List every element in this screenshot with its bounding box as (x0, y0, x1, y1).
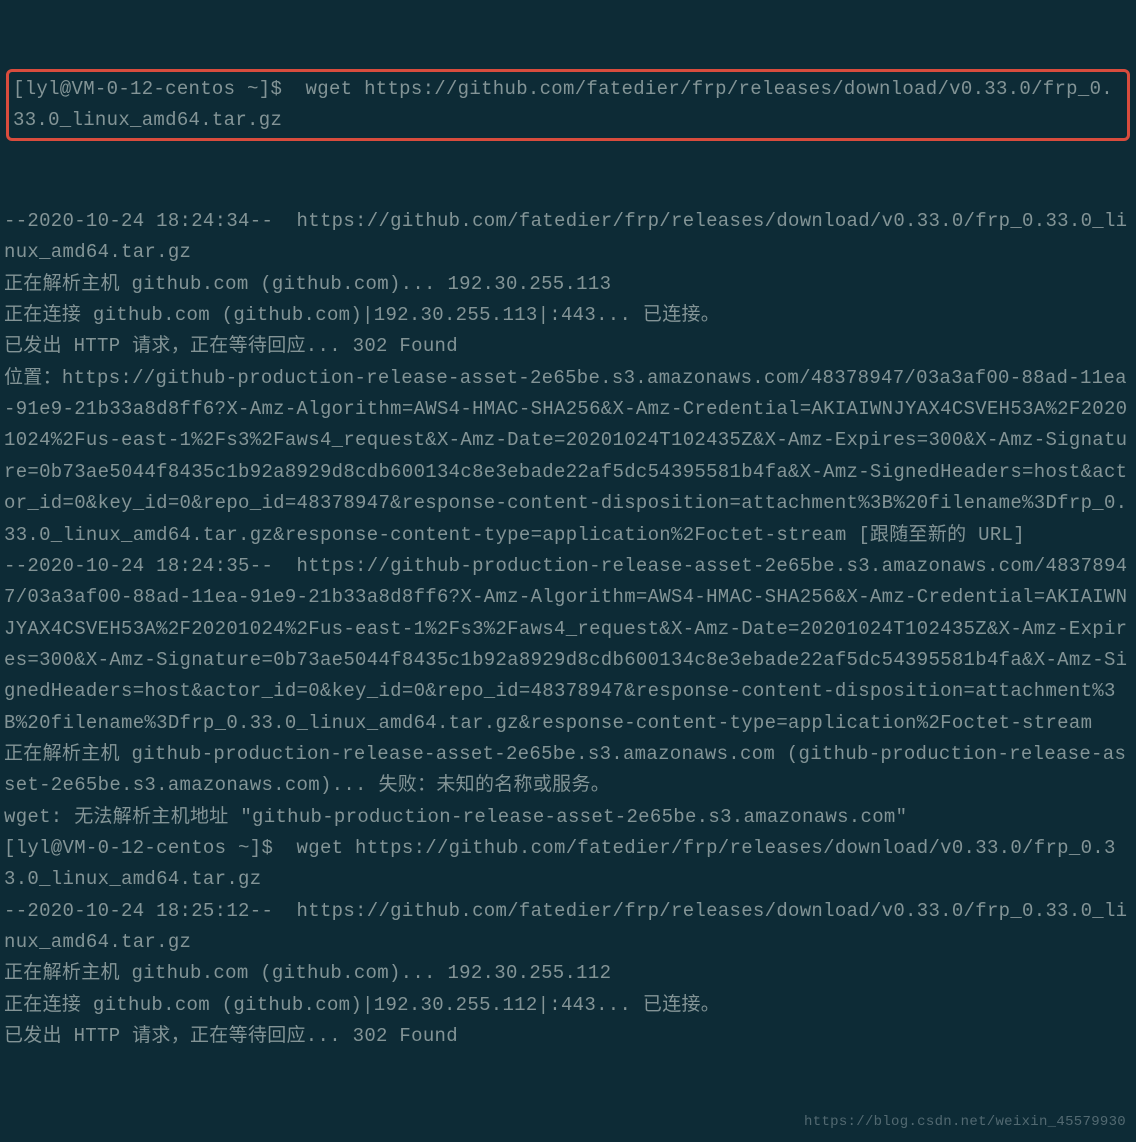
highlighted-command-box: [lyl@VM-0-12-centos ~]$ wget https://git… (6, 69, 1130, 142)
source-watermark: https://blog.csdn.net/weixin_45579930 (804, 1111, 1126, 1134)
terminal-line: --2020-10-24 18:25:12-- https://github.c… (4, 896, 1132, 959)
terminal-line: 正在解析主机 github-production-release-asset-2… (4, 739, 1132, 802)
terminal-line: 已发出 HTTP 请求，正在等待回应... 302 Found (4, 331, 1132, 362)
terminal-line: 正在解析主机 github.com (github.com)... 192.30… (4, 269, 1132, 300)
terminal-line: --2020-10-24 18:24:35-- https://github-p… (4, 551, 1132, 739)
terminal-output: [lyl@VM-0-12-centos ~]$ wget https://git… (4, 4, 1132, 1084)
terminal-line: 位置：https://github-production-release-ass… (4, 363, 1132, 551)
terminal-line: [lyl@VM-0-12-centos ~]$ wget https://git… (4, 833, 1132, 896)
terminal-line: 已发出 HTTP 请求，正在等待回应... 302 Found (4, 1021, 1132, 1052)
terminal-line: 正在连接 github.com (github.com)|192.30.255.… (4, 990, 1132, 1021)
terminal-body: --2020-10-24 18:24:34-- https://github.c… (4, 206, 1132, 1052)
terminal-line: wget: 无法解析主机地址 "github-production-releas… (4, 802, 1132, 833)
terminal-line: --2020-10-24 18:24:34-- https://github.c… (4, 206, 1132, 269)
terminal-line: 正在连接 github.com (github.com)|192.30.255.… (4, 300, 1132, 331)
shell-prompt: [lyl@VM-0-12-centos ~]$ (13, 78, 294, 100)
terminal-line: 正在解析主机 github.com (github.com)... 192.30… (4, 958, 1132, 989)
